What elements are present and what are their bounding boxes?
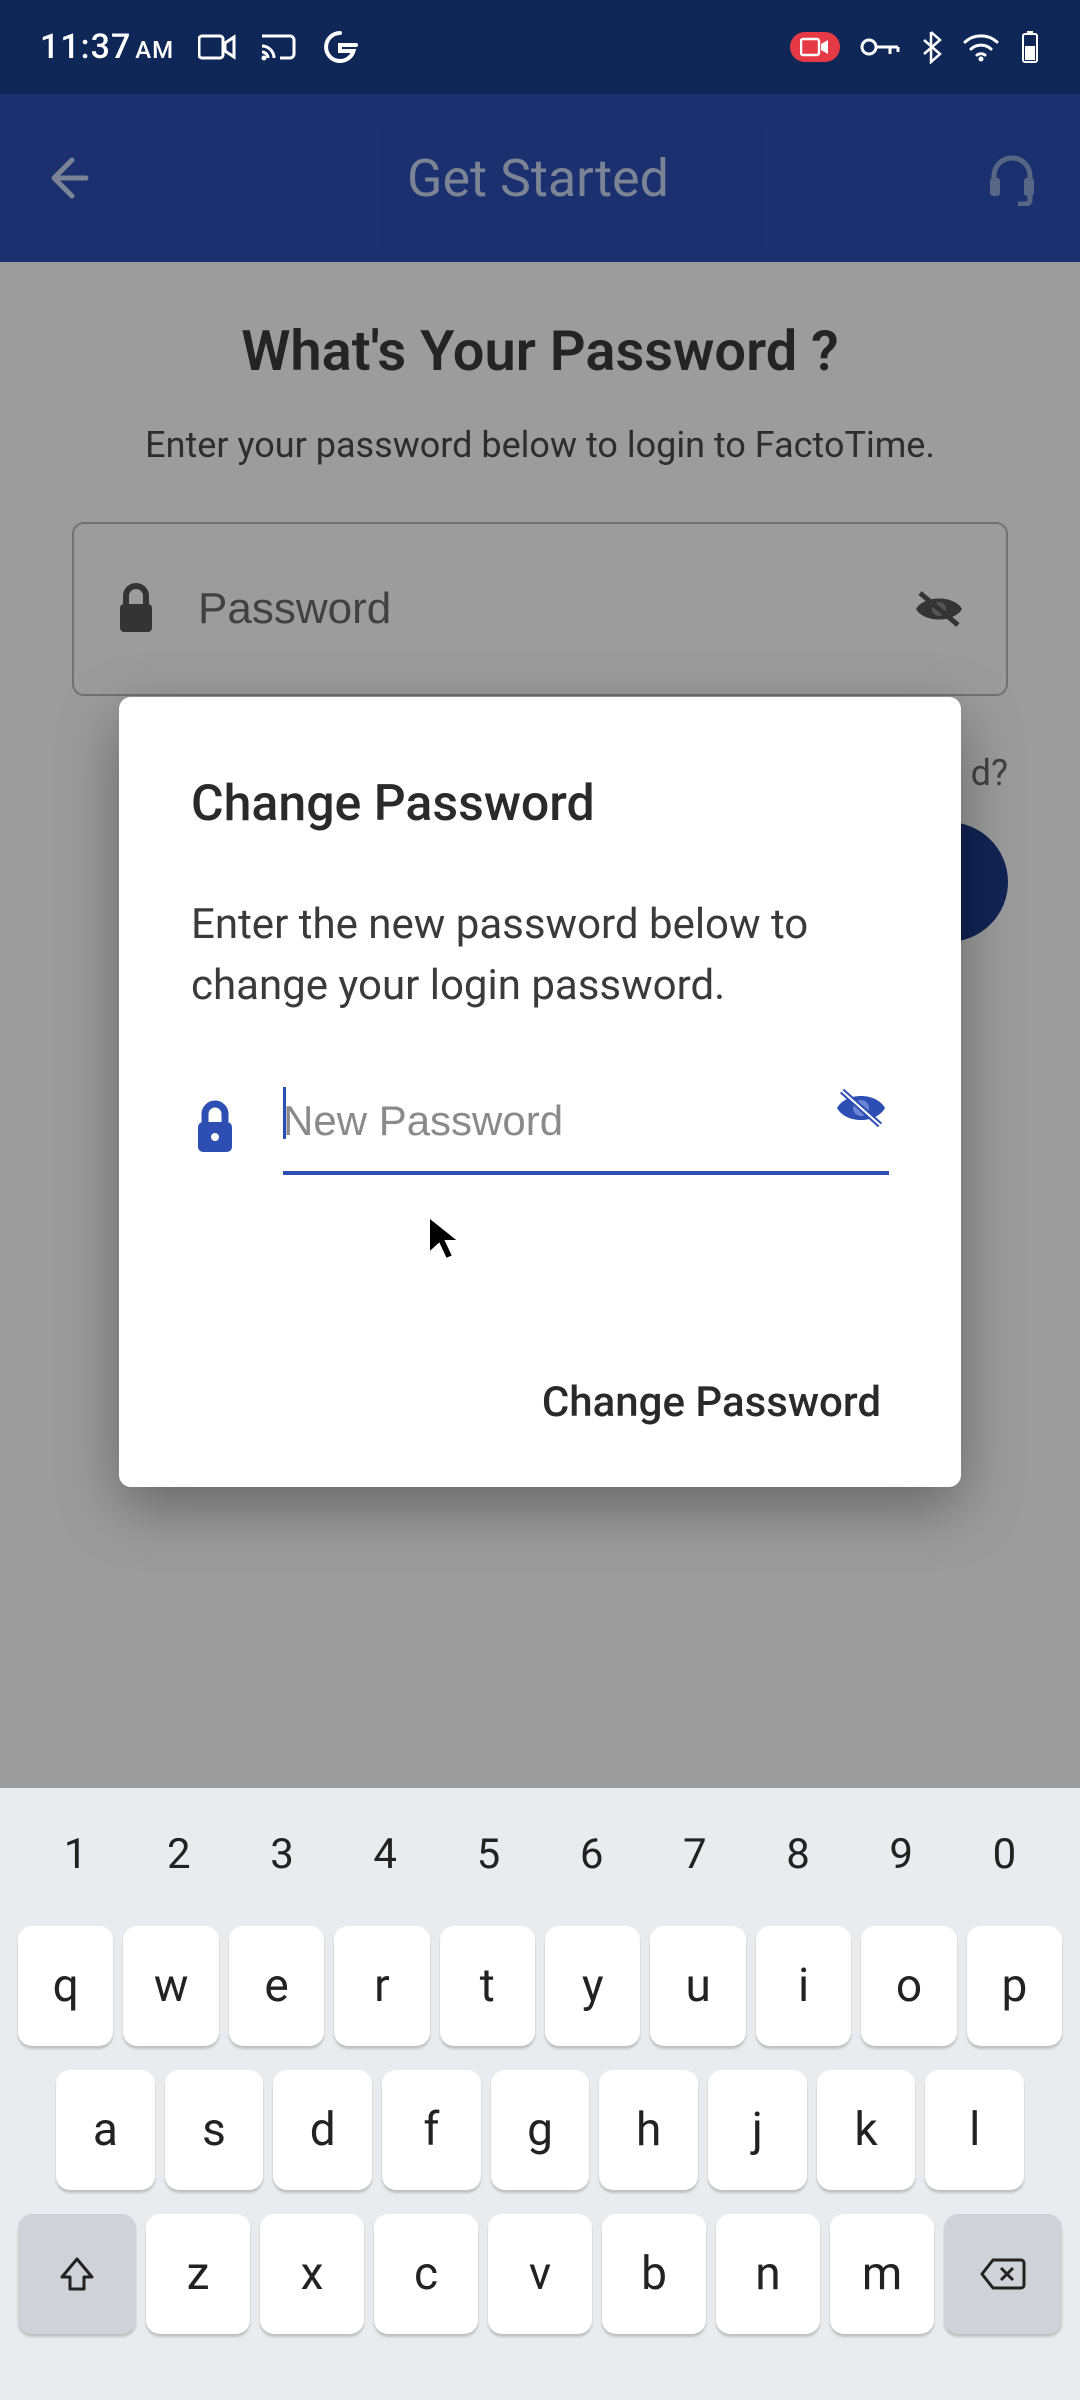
key-d[interactable]: d bbox=[273, 2070, 372, 2190]
key-g[interactable]: g bbox=[491, 2070, 590, 2190]
key-h[interactable]: h bbox=[599, 2070, 698, 2190]
google-g-icon bbox=[322, 29, 358, 65]
status-time: 11:37AM bbox=[40, 27, 174, 67]
vpn-key-icon bbox=[860, 36, 900, 58]
modal-title: Change Password bbox=[191, 775, 889, 833]
status-right bbox=[790, 30, 1040, 64]
keyboard-row-1: q w e r t y u i o p bbox=[0, 1926, 1080, 2046]
key-4[interactable]: 4 bbox=[334, 1830, 437, 1879]
key-x[interactable]: x bbox=[260, 2214, 364, 2334]
key-p[interactable]: p bbox=[967, 1926, 1062, 2046]
keyboard-row-3: z x c v b n m bbox=[0, 2214, 1080, 2334]
keyboard-row-2: a s d f g h j k l bbox=[0, 2070, 1080, 2190]
key-r[interactable]: r bbox=[334, 1926, 429, 2046]
key-2[interactable]: 2 bbox=[127, 1830, 230, 1879]
battery-icon bbox=[1020, 30, 1040, 64]
new-password-input-wrap bbox=[283, 1079, 889, 1175]
key-9[interactable]: 9 bbox=[850, 1830, 953, 1879]
status-ampm: AM bbox=[135, 36, 174, 64]
key-7[interactable]: 7 bbox=[643, 1830, 746, 1879]
key-m[interactable]: m bbox=[830, 2214, 934, 2334]
key-a[interactable]: a bbox=[56, 2070, 155, 2190]
key-v[interactable]: v bbox=[488, 2214, 592, 2334]
keyboard-number-row: 1 2 3 4 5 6 7 8 9 0 bbox=[0, 1806, 1080, 1902]
backspace-icon bbox=[979, 2256, 1027, 2292]
key-b[interactable]: b bbox=[602, 2214, 706, 2334]
key-s[interactable]: s bbox=[165, 2070, 264, 2190]
key-3[interactable]: 3 bbox=[230, 1830, 333, 1879]
modal-description: Enter the new password below to change y… bbox=[191, 895, 889, 1017]
key-5[interactable]: 5 bbox=[437, 1830, 540, 1879]
key-8[interactable]: 8 bbox=[746, 1830, 849, 1879]
cast-icon bbox=[260, 32, 298, 62]
status-left: 11:37AM bbox=[40, 27, 358, 67]
key-o[interactable]: o bbox=[861, 1926, 956, 2046]
key-j[interactable]: j bbox=[708, 2070, 807, 2190]
change-password-modal: Change Password Enter the new password b… bbox=[119, 697, 961, 1487]
key-n[interactable]: n bbox=[716, 2214, 820, 2334]
text-caret bbox=[283, 1087, 286, 1139]
key-1[interactable]: 1 bbox=[24, 1830, 127, 1879]
bluetooth-icon bbox=[920, 30, 942, 64]
soft-keyboard: 1 2 3 4 5 6 7 8 9 0 q w e r t y u i o p … bbox=[0, 1788, 1080, 2400]
key-c[interactable]: c bbox=[374, 2214, 478, 2334]
key-6[interactable]: 6 bbox=[540, 1830, 643, 1879]
key-shift[interactable] bbox=[18, 2214, 136, 2334]
screen-record-badge bbox=[790, 32, 840, 62]
key-l[interactable]: l bbox=[925, 2070, 1024, 2190]
new-password-input[interactable] bbox=[283, 1079, 889, 1175]
visibility-off-icon[interactable] bbox=[833, 1085, 889, 1131]
new-password-field bbox=[191, 1079, 889, 1175]
key-k[interactable]: k bbox=[817, 2070, 916, 2190]
change-password-button[interactable]: Change Password bbox=[191, 1366, 889, 1439]
key-0[interactable]: 0 bbox=[953, 1830, 1056, 1879]
key-i[interactable]: i bbox=[756, 1926, 851, 2046]
key-z[interactable]: z bbox=[146, 2214, 250, 2334]
status-bar: 11:37AM bbox=[0, 0, 1080, 94]
key-f[interactable]: f bbox=[382, 2070, 481, 2190]
key-t[interactable]: t bbox=[440, 1926, 535, 2046]
key-u[interactable]: u bbox=[650, 1926, 745, 2046]
key-w[interactable]: w bbox=[123, 1926, 218, 2046]
status-time-value: 11:37 bbox=[40, 27, 131, 67]
video-icon bbox=[198, 33, 236, 61]
key-q[interactable]: q bbox=[18, 1926, 113, 2046]
key-e[interactable]: e bbox=[229, 1926, 324, 2046]
wifi-icon bbox=[962, 32, 1000, 62]
key-backspace[interactable] bbox=[944, 2214, 1062, 2334]
key-y[interactable]: y bbox=[545, 1926, 640, 2046]
lock-icon bbox=[191, 1098, 239, 1156]
shift-icon bbox=[56, 2253, 98, 2295]
